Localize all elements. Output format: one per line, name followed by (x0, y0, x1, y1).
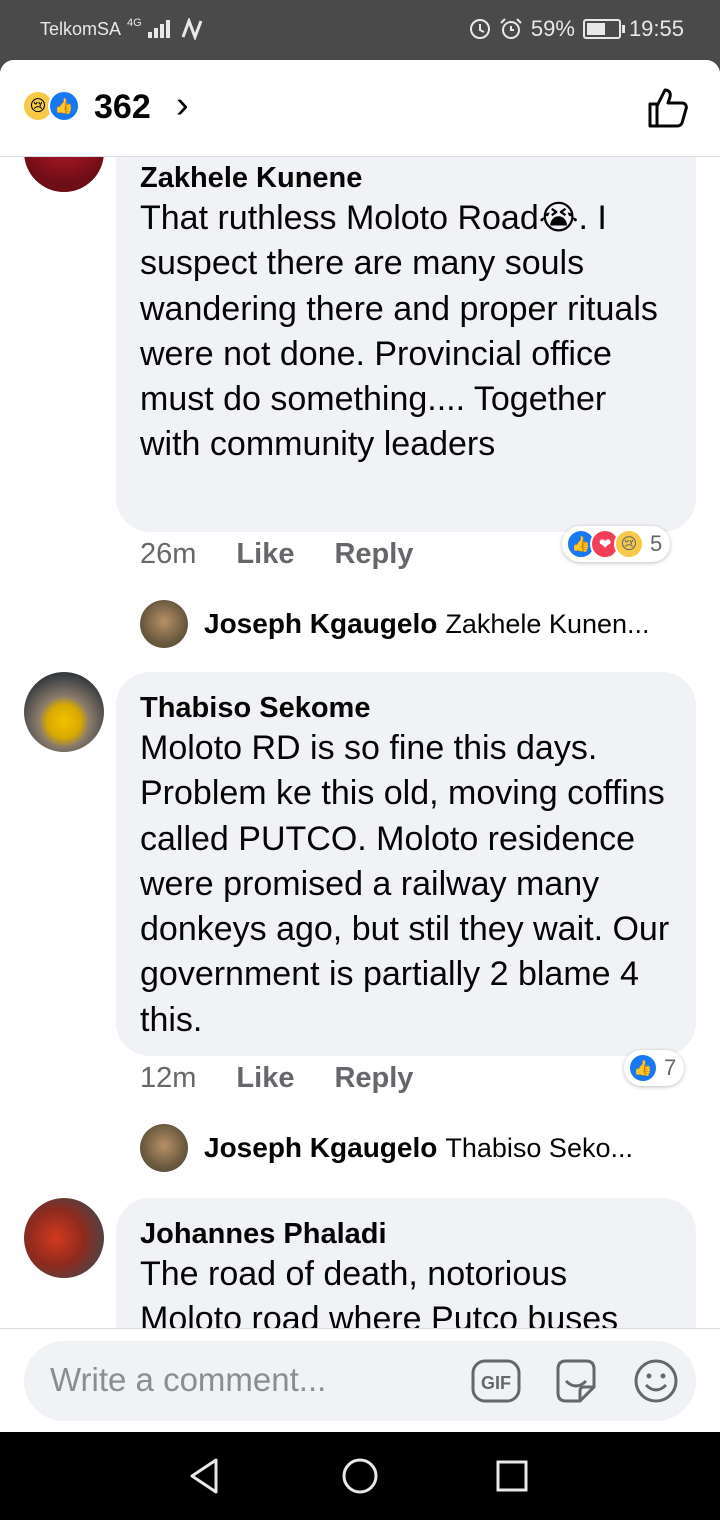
avatar[interactable] (24, 1198, 104, 1278)
comment-time[interactable]: 12m (140, 1062, 196, 1095)
reply-preview[interactable]: Joseph Kgaugelo Thabiso Seko... (140, 1124, 633, 1172)
reply-snippet: Thabiso Seko... (445, 1132, 633, 1163)
comment-input[interactable]: Write a comment... GIF (24, 1341, 696, 1421)
alarm-icon (500, 18, 522, 39)
comment-reactions[interactable]: 👍 7 (624, 1050, 685, 1086)
comments-sheet: 😢 👍 362 › Zakhele Kunene That ruthless M… (0, 60, 720, 1432)
reaction-count: 7 (664, 1055, 677, 1080)
avatar[interactable] (140, 1124, 188, 1172)
like-reaction-icon: 👍 (48, 90, 80, 122)
comment-reactions[interactable]: 👍 ❤ 😢 5 (562, 526, 671, 562)
sticker-icon[interactable] (550, 1355, 602, 1407)
system-nav-bar (0, 1432, 720, 1520)
nfc-icon (181, 18, 203, 40)
reply-author[interactable]: Joseph Kgaugelo (204, 608, 437, 640)
emoji-icon[interactable] (630, 1355, 682, 1407)
reaction-count: 5 (650, 531, 663, 556)
status-right: 59% 19:55 (469, 16, 684, 42)
gif-icon[interactable]: GIF (470, 1355, 522, 1407)
signal-icon (147, 20, 170, 38)
like-thumb-icon[interactable] (646, 86, 690, 130)
like-reaction-icon: 👍 (628, 1053, 658, 1083)
comment-composer: Write a comment... GIF (0, 1328, 720, 1432)
comment-meta: 26m Like Reply (140, 538, 413, 571)
home-icon[interactable] (338, 1454, 382, 1498)
data-saver-icon (469, 19, 490, 39)
reply-link[interactable]: Reply (334, 538, 413, 571)
comment-author[interactable]: Johannes Phaladi (140, 1216, 672, 1252)
reply-snippet: Zakhele Kunen... (445, 608, 650, 639)
like-link[interactable]: Like (236, 538, 294, 571)
reply-preview[interactable]: Joseph Kgaugelo Zakhele Kunen... (140, 600, 650, 648)
avatar[interactable] (24, 672, 104, 752)
reactions-header: 😢 👍 362 › (0, 60, 720, 157)
battery-icon (582, 19, 625, 39)
svg-text:GIF: GIF (481, 1373, 511, 1393)
sad-reaction-icon: 😢 (614, 529, 644, 559)
comment-author[interactable]: Zakhele Kunene (140, 160, 672, 196)
comment-text: That ruthless Moloto Road😭. I suspect th… (140, 199, 658, 464)
back-icon[interactable] (184, 1454, 228, 1498)
reaction-count[interactable]: 362 (94, 88, 151, 127)
chevron-right-icon[interactable]: › (176, 84, 189, 127)
status-bar: TelkomSA 4G 59% 19:55 (0, 0, 720, 60)
reaction-summary[interactable]: 😢 👍 (22, 90, 80, 122)
reply-author[interactable]: Joseph Kgaugelo (204, 1132, 437, 1164)
comment-bubble[interactable]: Zakhele Kunene That ruthless Moloto Road… (116, 144, 696, 532)
comment-author[interactable]: Thabiso Sekome (140, 690, 672, 726)
comment-time[interactable]: 26m (140, 538, 196, 571)
comment-text: Moloto RD is so fine this days. Problem … (140, 729, 670, 1039)
comment-bubble[interactable]: Thabiso Sekome Moloto RD is so fine this… (116, 672, 696, 1056)
comment-meta: 12m Like Reply (140, 1062, 413, 1095)
recents-icon[interactable] (490, 1454, 534, 1498)
network-type: 4G (127, 17, 142, 29)
status-left: TelkomSA 4G (40, 17, 204, 40)
carrier-name: TelkomSA (40, 18, 122, 39)
reply-link[interactable]: Reply (334, 1062, 413, 1095)
comment-placeholder: Write a comment... (50, 1361, 327, 1398)
avatar[interactable] (140, 600, 188, 648)
battery-percent: 59% (530, 16, 575, 41)
like-link[interactable]: Like (236, 1062, 294, 1095)
clock: 19:55 (628, 16, 684, 41)
